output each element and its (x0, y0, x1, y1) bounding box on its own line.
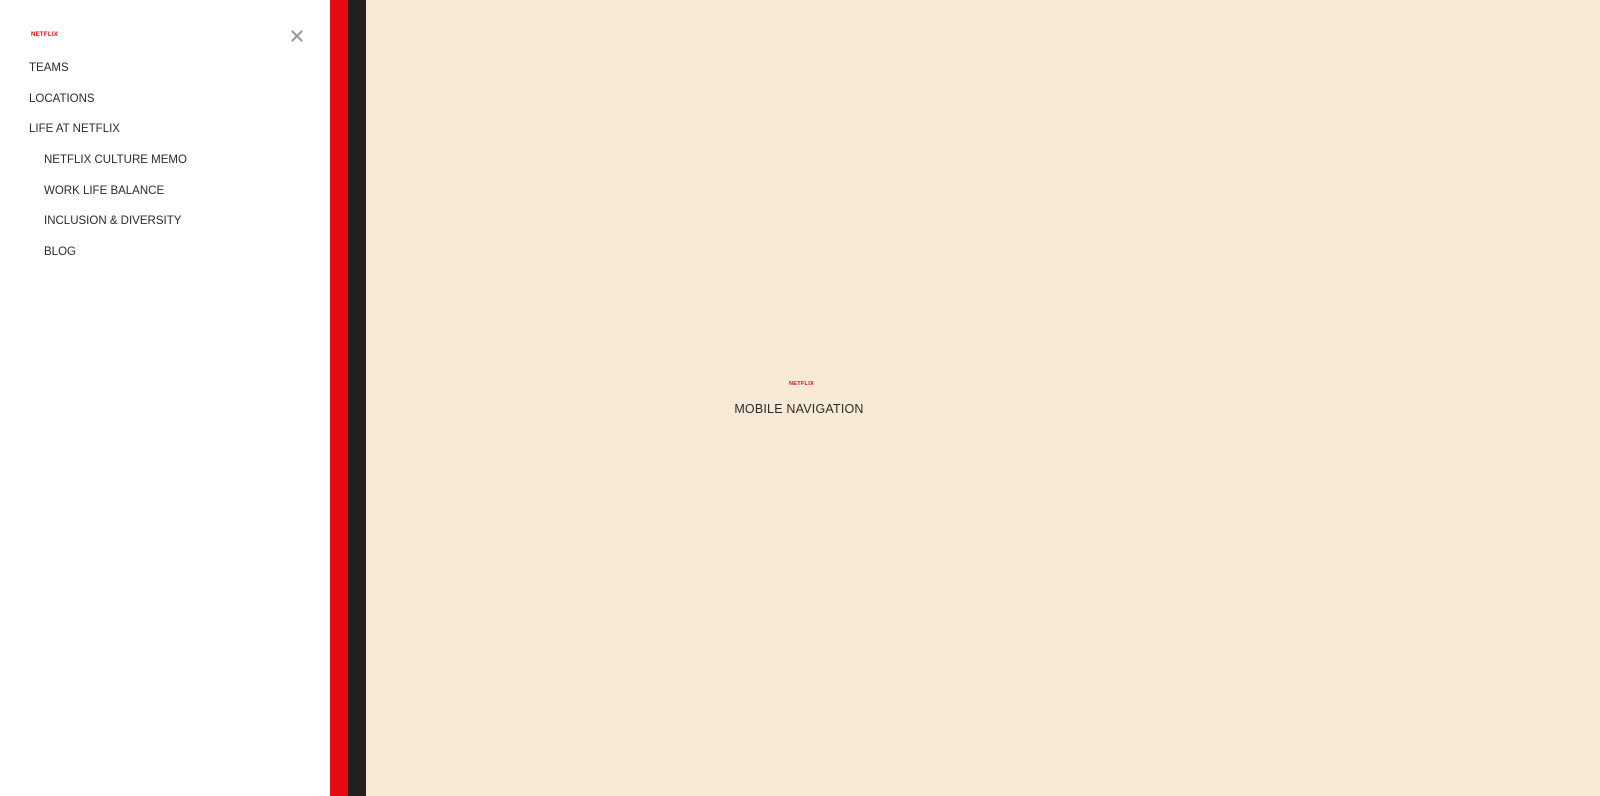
close-button[interactable] (287, 26, 307, 46)
nav-list: TEAMS LOCATIONS LIFE AT NETFLIX NETFLIX … (0, 58, 187, 273)
page: NETFLIX TEAMS LOCATIONS LIFE AT NETFLIX … (0, 0, 1600, 796)
red-stripe (330, 0, 348, 796)
nav-item-life-at-netflix[interactable]: LIFE AT NETFLIX (0, 119, 187, 150)
close-icon (287, 26, 307, 46)
mobile-nav-drawer: NETFLIX TEAMS LOCATIONS LIFE AT NETFLIX … (0, 0, 330, 796)
netflix-logo[interactable]: NETFLIX (31, 31, 58, 39)
mobile-navigation-caption: MOBILE NAVIGATION (734, 402, 864, 416)
nav-item-culture-memo[interactable]: NETFLIX CULTURE MEMO (0, 150, 187, 181)
nav-item-blog[interactable]: BLOG (0, 242, 187, 273)
nav-item-teams[interactable]: TEAMS (0, 58, 187, 89)
nav-item-work-life-balance[interactable]: WORK LIFE BALANCE (0, 181, 187, 212)
dark-stripe (348, 0, 366, 796)
nav-item-inclusion-diversity[interactable]: INCLUSION & DIVERSITY (0, 211, 187, 242)
main-netflix-logo: NETFLIX (789, 381, 815, 387)
nav-item-locations[interactable]: LOCATIONS (0, 89, 187, 120)
